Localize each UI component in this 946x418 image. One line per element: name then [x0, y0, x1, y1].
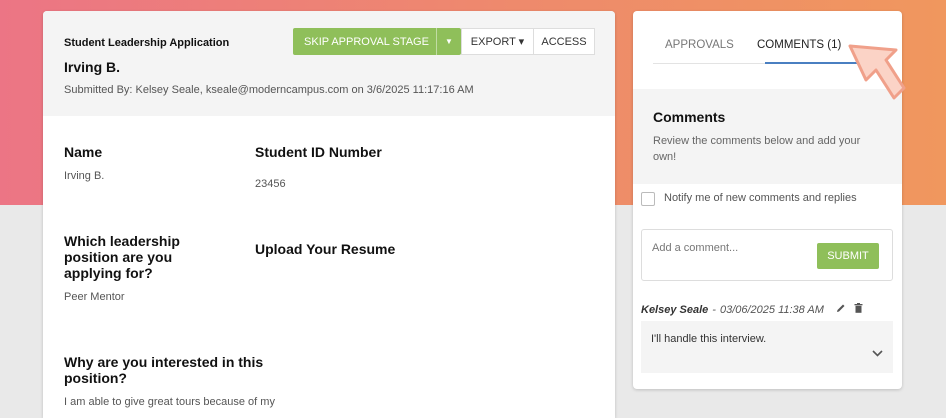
- position-label-line-2: position are you: [64, 249, 173, 265]
- why-interested-label: Why are you interested in this position?: [64, 354, 263, 386]
- add-comment-box: Add a comment... SUBMIT: [641, 229, 893, 281]
- add-comment-input[interactable]: Add a comment...: [652, 242, 738, 254]
- comment-separator: -: [712, 303, 716, 316]
- position-label-line-1: Which leadership: [64, 233, 180, 249]
- trash-icon[interactable]: [854, 303, 863, 316]
- pencil-icon[interactable]: [836, 303, 846, 316]
- why-label-line-2: position?: [64, 370, 127, 386]
- comment-author: Kelsey Seale: [641, 303, 709, 316]
- comments-description: Review the comments below and add your o…: [653, 135, 861, 163]
- name-value: Irving B.: [64, 170, 105, 182]
- application-card: Student Leadership Application Irving B.…: [43, 11, 615, 418]
- comment-text: I'll handle this interview.: [651, 333, 767, 345]
- form-title: Student Leadership Application: [64, 37, 230, 49]
- position-value: Peer Mentor: [64, 291, 125, 303]
- pointer-arrow-icon: [846, 38, 910, 104]
- tab-comments[interactable]: COMMENTS (1): [757, 39, 841, 51]
- comments-title: Comments: [653, 109, 726, 125]
- why-label-line-1: Why are you interested in this: [64, 354, 264, 370]
- notify-checkbox[interactable]: [641, 192, 655, 206]
- position-label-line-3: applying for?: [64, 265, 153, 281]
- comment-timestamp: 03/06/2025 11:38 AM: [719, 303, 824, 316]
- skip-approval-stage-button[interactable]: SKIP APPROVAL STAGE ▼: [293, 28, 461, 55]
- position-label: Which leadership position are you applyi…: [64, 233, 180, 281]
- notify-label[interactable]: Notify me of new comments and replies: [664, 192, 857, 204]
- export-button[interactable]: EXPORT ▾: [461, 28, 534, 55]
- submit-comment-button[interactable]: SUBMIT: [817, 243, 879, 269]
- access-button[interactable]: ACCESS: [534, 28, 595, 55]
- name-label: Name: [64, 144, 103, 160]
- application-header: Student Leadership Application Irving B.…: [43, 11, 615, 116]
- student-id-label: Student ID Number: [255, 144, 382, 160]
- skip-approval-stage-label[interactable]: SKIP APPROVAL STAGE: [293, 36, 436, 48]
- applicant-name: Irving B.: [64, 59, 121, 75]
- chevron-down-icon[interactable]: [872, 349, 883, 360]
- comment-meta: Kelsey Seale - 03/06/2025 11:38 AM: [641, 303, 863, 316]
- resume-label: Upload Your Resume: [255, 241, 396, 257]
- skip-dropdown-caret-icon[interactable]: ▼: [436, 28, 461, 55]
- submission-info: Submitted By: Kelsey Seale, kseale@moder…: [64, 84, 474, 96]
- comment-item: I'll handle this interview.: [641, 321, 893, 373]
- why-interested-value: I am able to give great tours because of…: [64, 396, 275, 408]
- tab-approvals[interactable]: APPROVALS: [665, 39, 734, 51]
- student-id-value: 23456: [255, 178, 286, 190]
